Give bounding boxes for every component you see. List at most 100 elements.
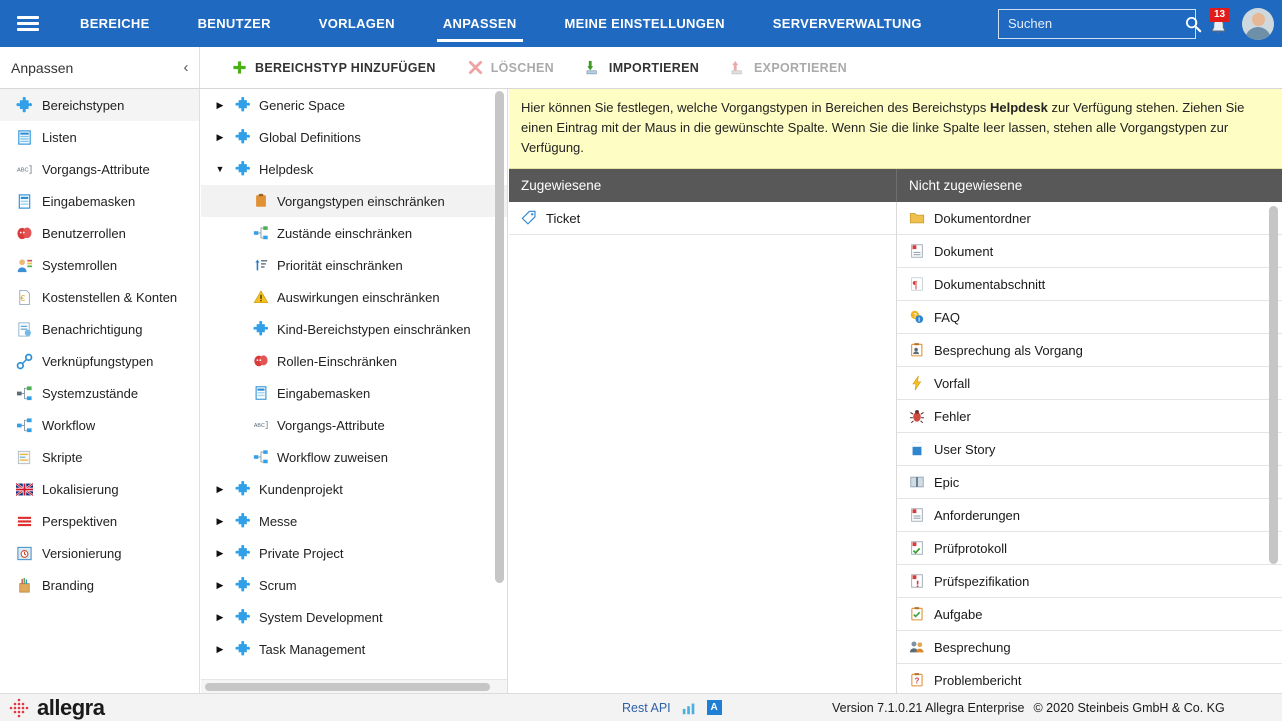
unassigned-vertical-scrollbar[interactable] — [1269, 206, 1278, 565]
chevron-right-icon[interactable]: ▶ — [213, 580, 227, 590]
tree-node-kundenprojekt[interactable]: ▶ Kundenprojekt — [201, 473, 507, 505]
allegra-dots-icon — [9, 698, 29, 717]
list-item[interactable]: Ticket — [509, 202, 896, 236]
sidebar-item-verknuepfungstypen[interactable]: Verknüpfungstypen — [0, 345, 199, 377]
list-item[interactable]: Epic — [897, 466, 1282, 500]
chevron-right-icon[interactable]: ▶ — [213, 644, 227, 654]
sidebar-item-benutzerrollen[interactable]: Benutzerrollen — [0, 217, 199, 249]
sidebar-item-systemzustaende[interactable]: Systemzustände — [0, 377, 199, 409]
tree-node-vorgangs-attribute[interactable]: ABC Vorgangs-Attribute — [201, 409, 507, 441]
sidebar-item-versionierung[interactable]: Versionierung — [0, 537, 199, 569]
nav-right-cluster: 13 — [998, 0, 1274, 47]
sidebar-item-kostenstellen-konten[interactable]: € Kostenstellen & Konten — [0, 281, 199, 313]
chevron-right-icon[interactable]: ▶ — [213, 100, 227, 110]
nav-tab-benutzer[interactable]: BENUTZER — [174, 0, 295, 47]
export-up-icon — [731, 60, 742, 75]
sidebar-item-benachrichtigung[interactable]: Benachrichtigung — [0, 313, 199, 345]
avatar-head — [1251, 12, 1265, 26]
search-input[interactable] — [1008, 16, 1184, 31]
rest-api-link[interactable]: Rest API — [622, 701, 671, 715]
sidebar-item-label: Perspektiven — [42, 513, 118, 529]
list-item[interactable]: ? i FAQ — [897, 301, 1282, 335]
user-avatar[interactable] — [1242, 7, 1274, 40]
statistics-icon[interactable] — [681, 700, 697, 716]
sidebar-item-perspektiven[interactable]: Perspektiven — [0, 505, 199, 537]
tree-node-generic-space[interactable]: ▶ Generic Space — [201, 89, 507, 121]
sidebar-item-workflow[interactable]: Workflow — [0, 409, 199, 441]
list-item[interactable]: Dokument — [897, 235, 1282, 269]
tree-node-zustaende-einschraenken[interactable]: Zustände einschränken — [201, 217, 507, 249]
chevron-left-icon[interactable]: ‹ — [173, 59, 199, 76]
tree-node-scrum[interactable]: ▶ Scrum — [201, 569, 507, 601]
list-item-label: Anforderungen — [934, 507, 1021, 523]
list-item[interactable]: Besprechung als Vorgang — [897, 334, 1282, 368]
tree-node-workflow-zuweisen[interactable]: Workflow zuweisen — [201, 441, 507, 473]
chevron-right-icon[interactable]: ▶ — [213, 484, 227, 494]
sidebar-item-bereichstypen[interactable]: Bereichstypen — [0, 89, 199, 121]
list-item[interactable]: Fehler — [897, 400, 1282, 434]
tree-node-kind-bereichstypen-einschraenken[interactable]: Kind-Bereichstypen einschränken — [201, 313, 507, 345]
chevron-right-icon[interactable]: ▶ — [213, 612, 227, 622]
list-item[interactable]: Dokumentordner — [897, 202, 1282, 236]
action-toolbar: Anpassen ‹ BEREICHSTYP HINZUFÜGEN LÖSCHE… — [0, 47, 1282, 89]
list-item[interactable]: User Story — [897, 433, 1282, 467]
tree-node-private-project[interactable]: ▶ Private Project — [201, 537, 507, 569]
list-item[interactable]: Besprechung — [897, 631, 1282, 665]
accessibility-badge[interactable]: A — [706, 700, 722, 715]
tree-node-helpdesk[interactable]: ▼ Helpdesk — [201, 153, 507, 185]
sidebar-item-label: Kostenstellen & Konten — [42, 289, 178, 305]
add-space-type-button[interactable]: BEREICHSTYP HINZUFÜGEN — [216, 47, 452, 88]
export-button[interactable]: EXPORTIEREN — [715, 47, 863, 88]
list-item[interactable]: Aufgabe — [897, 598, 1282, 632]
sidebar-item-eingabemasken[interactable]: Eingabemasken — [0, 185, 199, 217]
svg-text:ABC: ABC — [17, 167, 29, 173]
chevron-down-icon[interactable]: ▼ — [213, 164, 227, 174]
nav-tab-anpassen[interactable]: ANPASSEN — [419, 0, 541, 47]
sidebar-item-systemrollen[interactable]: Systemrollen — [0, 249, 199, 281]
tree-horizontal-scrollbar[interactable] — [201, 679, 507, 693]
chevron-right-icon[interactable]: ▶ — [213, 516, 227, 526]
assigned-list[interactable]: Ticket — [509, 202, 897, 693]
sidebar-item-vorgangs-attribute[interactable]: ABC Vorgangs-Attribute — [0, 153, 199, 185]
tree-node-messe[interactable]: ▶ Messe — [201, 505, 507, 537]
tree-node-prioritaet-einschraenken[interactable]: Priorität einschränken — [201, 249, 507, 281]
list-item[interactable]: Prüfprotokoll — [897, 532, 1282, 566]
puzzle-icon — [235, 545, 250, 560]
tree-node-auswirkungen-einschraenken[interactable]: Auswirkungen einschränken — [201, 281, 507, 313]
search-box[interactable] — [998, 8, 1202, 39]
chevron-right-icon[interactable]: ▶ — [213, 132, 227, 142]
notifications-button[interactable]: 13 — [1206, 7, 1232, 39]
footer-bar: allegra Rest API A Version 7.1.0.21 Alle… — [0, 693, 1282, 721]
sidebar-item-lokalisierung[interactable]: Lokalisierung — [0, 473, 199, 505]
sidebar-item-listen[interactable]: Listen — [0, 121, 199, 153]
tree-node-vorgangstypen-einschraenken[interactable]: Vorgangstypen einschränken — [201, 185, 507, 217]
nav-tab-vorlagen[interactable]: VORLAGEN — [295, 0, 419, 47]
chevron-right-icon[interactable]: ▶ — [213, 548, 227, 558]
list-item[interactable]: Prüfspezifikation — [897, 565, 1282, 599]
list-item[interactable]: ? Problembericht — [897, 664, 1282, 693]
unassigned-list[interactable]: Dokumentordner Dokument ¶ Dokumentabschn… — [897, 202, 1282, 693]
tree-scroll-viewport: ▶ Generic Space ▶ Global Definitions ▼ H… — [201, 89, 507, 679]
tree-node-task-management[interactable]: ▶ Task Management — [201, 633, 507, 665]
nav-tab-meine-einstellungen[interactable]: MEINE EINSTELLUNGEN — [541, 0, 749, 47]
list-item[interactable]: Anforderungen — [897, 499, 1282, 533]
delete-button[interactable]: LÖSCHEN — [452, 47, 570, 88]
space-type-tree-panel[interactable]: ▶ Generic Space ▶ Global Definitions ▼ H… — [201, 89, 508, 693]
tree-node-system-development[interactable]: ▶ System Development — [201, 601, 507, 633]
import-button[interactable]: IMPORTIEREN — [570, 47, 715, 88]
sidebar-item-branding[interactable]: Branding — [0, 569, 199, 601]
settings-sidebar[interactable]: Bereichstypen Listen ABC Vorgangs-Attrib… — [0, 89, 200, 693]
list-item[interactable]: ¶ Dokumentabschnitt — [897, 268, 1282, 302]
tree-node-rollen-einschraenken[interactable]: Rollen-Einschränken — [201, 345, 507, 377]
hamburger-menu-icon[interactable] — [0, 0, 56, 47]
sidebar-item-skripte[interactable]: Skripte — [0, 441, 199, 473]
tree-vertical-scrollbar[interactable] — [495, 91, 504, 631]
tree-node-eingabemasken[interactable]: Eingabemasken — [201, 377, 507, 409]
tree-node-global-definitions[interactable]: ▶ Global Definitions — [201, 121, 507, 153]
sidebar-item-label: Systemrollen — [42, 257, 118, 273]
search-icon[interactable] — [1184, 15, 1202, 33]
list-item-label: User Story — [934, 441, 996, 457]
nav-tab-bereiche[interactable]: BEREICHE — [56, 0, 174, 47]
list-item[interactable]: Vorfall — [897, 367, 1282, 401]
nav-tab-serververwaltung[interactable]: SERVERVERWALTUNG — [749, 0, 946, 47]
